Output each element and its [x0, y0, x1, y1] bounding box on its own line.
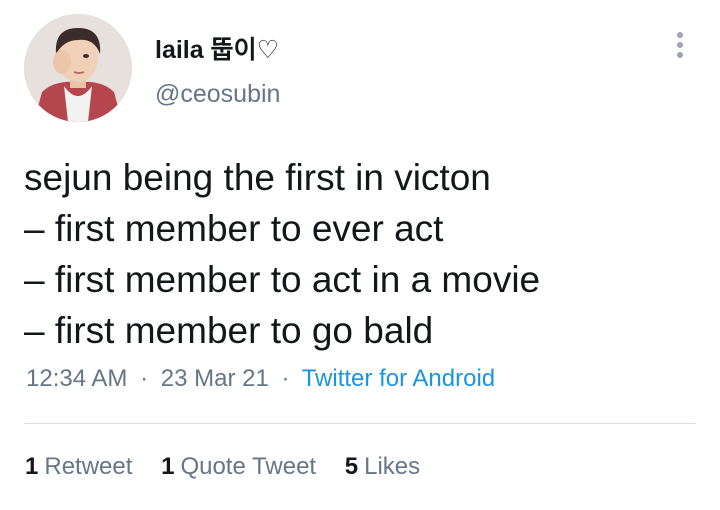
meta-separator: ·: [281, 365, 290, 392]
divider: [24, 423, 696, 424]
more-vertical-icon[interactable]: [670, 30, 690, 64]
quote-tweet-label: Quote Tweet: [180, 453, 317, 480]
tweet-stats: 1 Retweet 1 Quote Tweet 5 Likes: [25, 453, 442, 481]
tweet-line: – first member to act in a movie: [24, 259, 541, 300]
user-handle[interactable]: @ceosubin: [155, 80, 280, 109]
likes-count-link[interactable]: 5 Likes: [345, 453, 420, 481]
tweet-source-link[interactable]: Twitter for Android: [302, 365, 495, 392]
likes-label: Likes: [364, 453, 421, 480]
display-name[interactable]: laila 뚭이♡: [155, 30, 279, 66]
retweet-count: 1: [25, 453, 39, 480]
quote-tweet-count: 1: [161, 453, 175, 480]
avatar-photo: [24, 14, 132, 122]
tweet-line: – first member to ever act: [24, 208, 444, 249]
tweet-card: laila 뚭이♡ @ceosubin sejun being the firs…: [0, 0, 720, 510]
avatar[interactable]: [24, 14, 132, 122]
more-dot: [677, 42, 683, 48]
meta-separator: ·: [140, 365, 149, 392]
more-dot: [677, 52, 683, 58]
more-dot: [677, 32, 683, 38]
tweet-line: – first member to go bald: [24, 310, 434, 351]
retweet-label: Retweet: [44, 453, 133, 480]
tweet-line: sejun being the first in victon: [24, 157, 491, 198]
quote-tweet-count-link[interactable]: 1 Quote Tweet: [161, 453, 316, 481]
tweet-date[interactable]: 23 Mar 21: [161, 365, 269, 392]
tweet-meta: 12:34 AM · 23 Mar 21 · Twitter for Andro…: [26, 365, 495, 393]
tweet-time[interactable]: 12:34 AM: [26, 365, 127, 392]
tweet-text: sejun being the first in victon – first …: [24, 152, 704, 356]
retweet-count-link[interactable]: 1 Retweet: [25, 453, 132, 481]
likes-count: 5: [344, 453, 359, 480]
